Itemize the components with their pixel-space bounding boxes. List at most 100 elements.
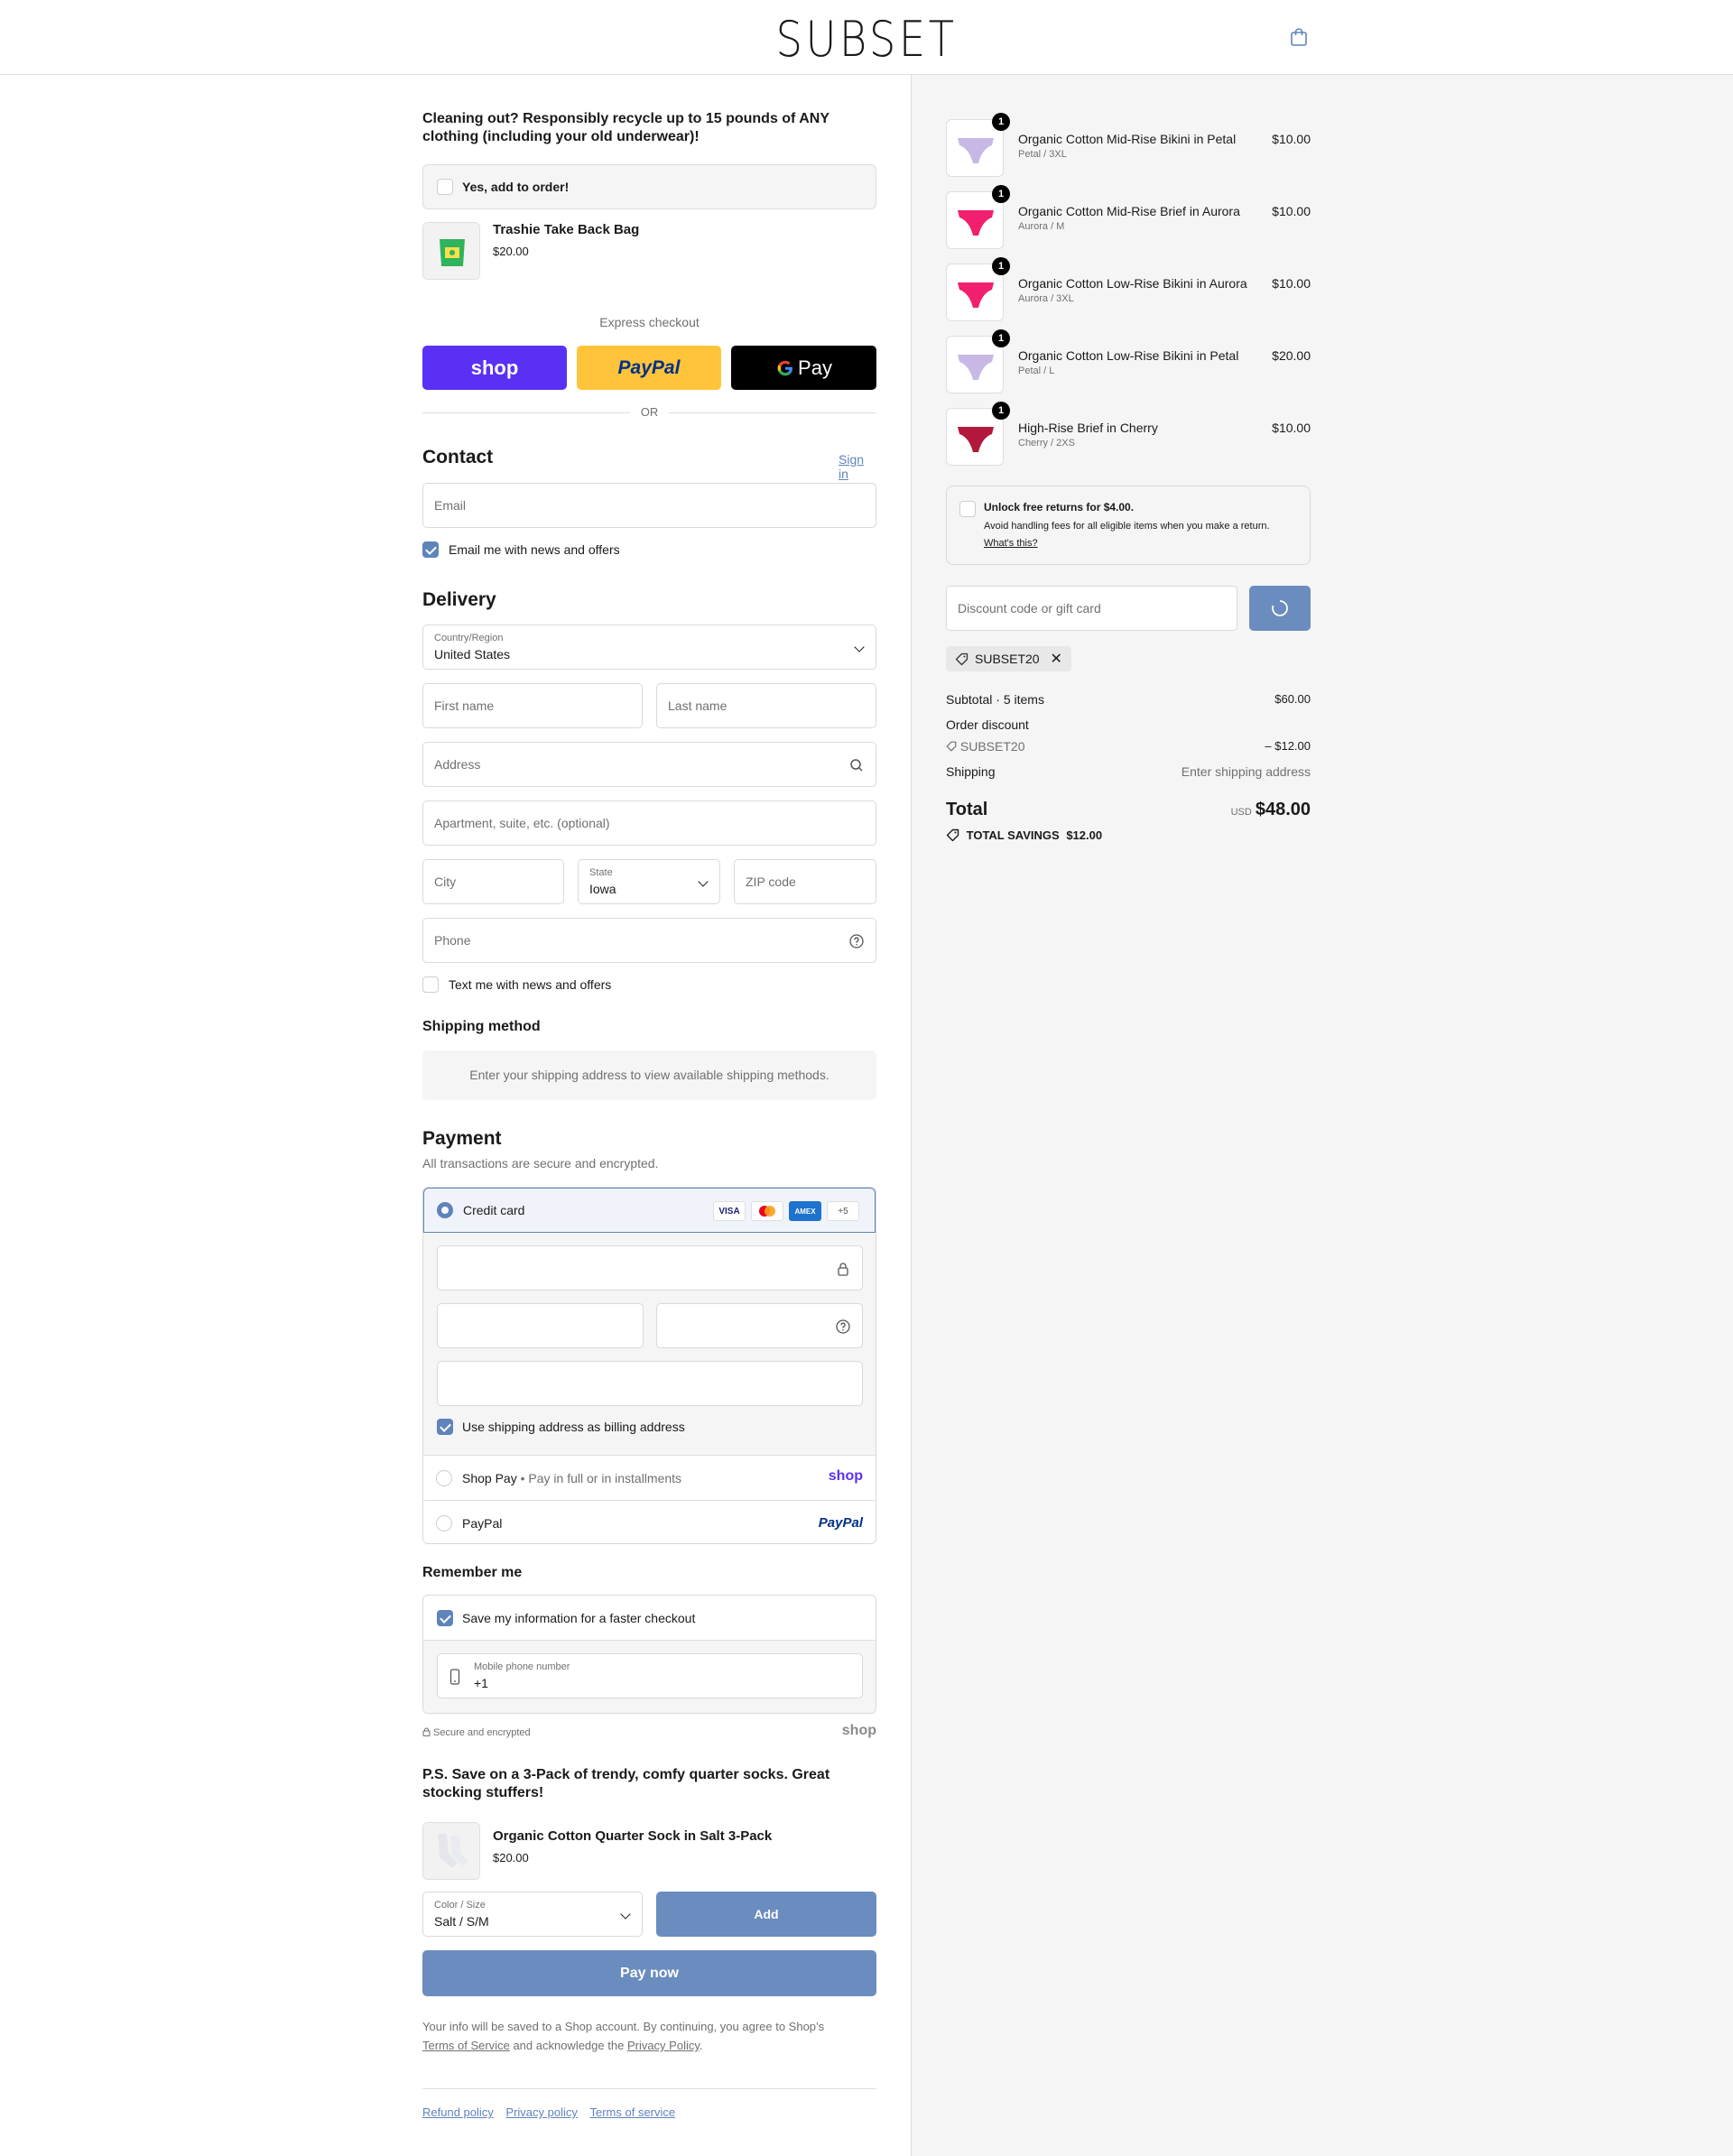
mobile-phone-label: Mobile phone number	[474, 1661, 570, 1672]
discount-code-label: SUBSET20	[959, 739, 1025, 754]
discount-placeholder: Discount code or gift card	[958, 601, 1101, 615]
discount-tag: SUBSET20 ✕	[946, 646, 1071, 671]
last-name-placeholder: Last name	[668, 699, 727, 713]
apartment-field[interactable]: Apartment, suite, etc. (optional)	[422, 800, 876, 846]
total-label: Total	[946, 800, 988, 819]
total-savings-label: TOTAL SAVINGS	[966, 828, 1060, 842]
save-info-checkbox[interactable]	[437, 1610, 453, 1626]
save-info-label: Save my information for a faster checkou…	[462, 1611, 696, 1625]
product-price: $10.00	[1272, 421, 1311, 435]
terms-of-service-link[interactable]: Terms of Service	[422, 2039, 510, 2052]
email-news-label: Email me with news and offers	[449, 542, 620, 557]
socks-variant-select[interactable]: Color / Size Salt / S/M	[422, 1892, 643, 1937]
footer-divider	[422, 2088, 876, 2089]
help-circle-icon[interactable]	[848, 933, 865, 949]
phone-placeholder: Phone	[434, 933, 471, 948]
state-label: State	[589, 867, 613, 878]
expiration-date-field[interactable]	[437, 1303, 644, 1348]
total-savings-row: TOTAL SAVINGS $12.00	[946, 828, 1311, 842]
google-pay-button[interactable]: Pay	[731, 346, 876, 390]
socks-image	[422, 1822, 480, 1880]
upsell-title: Cleaning out? Responsibly recycle up to …	[422, 111, 829, 144]
credit-card-radio[interactable]	[437, 1202, 453, 1218]
socks-product-price: $20.00	[493, 1851, 529, 1865]
card-number-field[interactable]	[437, 1245, 863, 1291]
shopping-bag-icon[interactable]	[1289, 27, 1309, 47]
credit-card-option[interactable]: Credit card VISA AMEX +5	[423, 1188, 876, 1233]
or-separator: OR	[640, 405, 659, 419]
pay-now-button[interactable]: Pay now	[422, 1950, 876, 1996]
product-name: Organic Cotton Low-Rise Bikini in Petal	[1018, 348, 1239, 363]
quantity-badge: 1	[992, 257, 1010, 275]
shop-pay-option[interactable]: Shop Pay • Pay in full or in installment…	[423, 1455, 876, 1500]
loading-spinner-icon	[1272, 600, 1288, 616]
discount-value: – $12.00	[1265, 739, 1311, 753]
remove-discount-icon[interactable]: ✕	[1050, 652, 1061, 667]
variant-value: Salt / S/M	[434, 1914, 489, 1929]
product-variant: Petal / 3XL	[1018, 149, 1067, 160]
sign-in-link[interactable]: Sign in	[839, 452, 876, 481]
apply-discount-button[interactable]	[1249, 586, 1311, 631]
privacy-policy-link[interactable]: Privacy Policy	[627, 2039, 700, 2052]
chevron-down-icon	[620, 1909, 631, 1920]
delivery-heading: Delivery	[422, 589, 496, 610]
shipping-method-placeholder: Enter your shipping address to view avai…	[422, 1050, 876, 1100]
billing-address-checkbox[interactable]	[437, 1419, 453, 1435]
add-to-order-option[interactable]: Yes, add to order!	[422, 164, 876, 209]
paypal-button[interactable]: PayPal	[577, 346, 721, 390]
card-details-form: Use shipping address as billing address	[423, 1233, 876, 1455]
shop-pay-radio[interactable]	[436, 1470, 452, 1486]
paypal-option[interactable]: PayPal PayPal	[423, 1500, 876, 1543]
text-news-checkbox[interactable]	[422, 976, 439, 993]
quantity-badge: 1	[992, 402, 1010, 420]
subtotal-value: $60.00	[1274, 692, 1311, 706]
site-header: SUBSET	[0, 0, 1733, 75]
add-socks-button[interactable]: Add	[656, 1892, 876, 1937]
total-value: $48.00	[1255, 800, 1311, 819]
city-field[interactable]: City	[422, 859, 564, 904]
footer-links: Refund policy Privacy policy Terms of se…	[422, 2105, 675, 2119]
order-discount-row: Order discount	[946, 717, 1311, 732]
free-returns-checkbox[interactable]	[959, 501, 976, 517]
terms-of-service-footer-link[interactable]: Terms of service	[590, 2105, 676, 2119]
shipping-row: Shipping Enter shipping address	[946, 764, 1311, 779]
refund-policy-link[interactable]: Refund policy	[422, 2105, 494, 2119]
discount-code-input[interactable]: Discount code or gift card	[946, 586, 1237, 631]
product-price: $10.00	[1272, 276, 1311, 291]
trashie-bag-image	[422, 222, 480, 280]
tag-icon	[955, 652, 968, 666]
payment-methods: Credit card VISA AMEX +5 Use shipping ad…	[422, 1187, 876, 1544]
apartment-placeholder: Apartment, suite, etc. (optional)	[434, 816, 610, 830]
phone-field[interactable]: Phone	[422, 918, 876, 963]
shop-pay-button[interactable]: shop	[422, 346, 567, 390]
paypal-radio[interactable]	[436, 1515, 452, 1531]
add-to-order-checkbox[interactable]	[437, 179, 453, 195]
help-circle-icon[interactable]	[835, 1319, 851, 1335]
product-name: Organic Cotton Mid-Rise Bikini in Petal	[1018, 132, 1237, 146]
address-field[interactable]: Address	[422, 742, 876, 787]
search-icon	[850, 759, 863, 772]
last-name-field[interactable]: Last name	[656, 683, 876, 728]
upsell-product-name: Trashie Take Back Bag	[493, 222, 640, 237]
country-select[interactable]: Country/Region United States	[422, 625, 876, 670]
cart-item: 1 Organic Cotton Mid-Rise Bikini in Petal…	[946, 113, 1311, 177]
payment-subtitle: All transactions are secure and encrypte…	[422, 1156, 659, 1171]
privacy-policy-footer-link[interactable]: Privacy policy	[505, 2105, 577, 2119]
email-news-checkbox[interactable]	[422, 541, 439, 558]
first-name-field[interactable]: First name	[422, 683, 643, 728]
paypal-logo: PayPal	[617, 356, 681, 378]
whats-this-link[interactable]: What's this?	[984, 538, 1038, 549]
cart-item: 1 Organic Cotton Low-Rise Bikini in Auror…	[946, 257, 1311, 321]
zip-field[interactable]: ZIP code	[734, 859, 876, 904]
state-select[interactable]: State Iowa	[578, 859, 720, 904]
shipping-value: Enter shipping address	[1181, 764, 1311, 779]
brand-logo[interactable]: SUBSET	[121, 11, 1611, 68]
mobile-phone-field[interactable]: Mobile phone number +1	[437, 1653, 863, 1698]
name-on-card-field[interactable]	[437, 1361, 863, 1406]
city-placeholder: City	[434, 874, 457, 889]
quantity-badge: 1	[992, 329, 1010, 347]
shop-logo: shop	[841, 1723, 876, 1738]
cart-item: 1 High-Rise Brief in Cherry Cherry / 2XS $1…	[946, 402, 1311, 466]
security-code-field[interactable]	[656, 1303, 863, 1348]
email-field[interactable]: Email	[422, 483, 876, 528]
